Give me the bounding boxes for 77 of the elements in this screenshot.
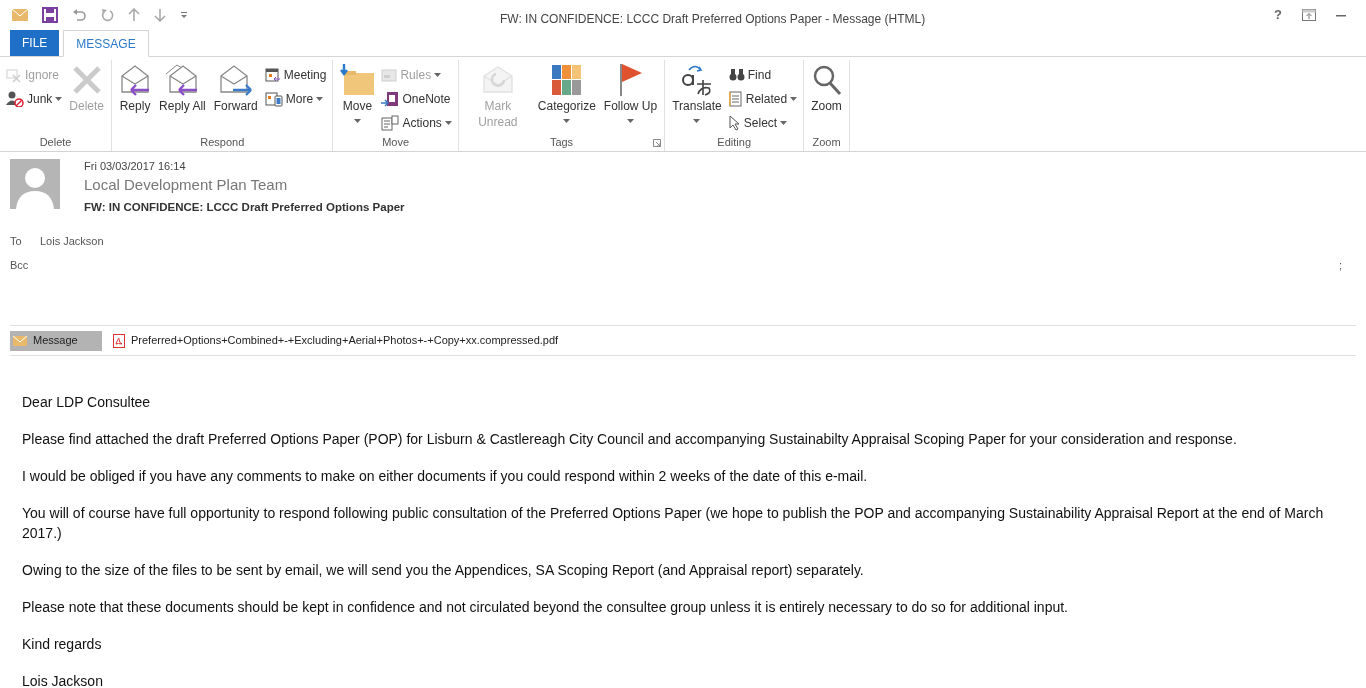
devices-icon bbox=[264, 91, 283, 107]
ribbon-display-icon bbox=[1302, 9, 1316, 21]
ribbon-tab[interactable]: MESSAGE bbox=[63, 30, 149, 57]
body-paragraph: Kind regards bbox=[22, 635, 103, 654]
window-title: FW: IN CONFIDENCE: LCCC Draft Preferred Options Paper - Message (HTML) bbox=[500, 11, 926, 28]
ribbon-button[interactable]: Follow Up bbox=[600, 60, 661, 123]
ribbon-button[interactable]: Reply bbox=[116, 60, 155, 114]
reply-all-icon bbox=[165, 64, 200, 96]
message-subject: FW: IN CONFIDENCE: LCCC Draft Preferred Options Paper bbox=[84, 200, 405, 215]
body-paragraph: You will of course have full opportunity to respond following public consultation of the Preferred Options Paper (we hope to publish the POP and accompanying Sustainability Appraisal Report at the end of March 2017.) bbox=[22, 504, 1325, 543]
ribbon-button[interactable]: Categorize bbox=[534, 60, 599, 123]
body-paragraph: Please note that these documents should be kept in confidence and not circulated beyond the consultee group unless it is entirely necessary to do so for additional input. bbox=[22, 598, 1069, 617]
ribbon-button[interactable]: Junk bbox=[4, 89, 65, 109]
ribbon-button[interactable]: Forward bbox=[210, 60, 261, 114]
ribbon-button[interactable]: Related bbox=[726, 89, 800, 109]
redo-icon bbox=[100, 8, 114, 22]
ribbon-display-button[interactable] bbox=[1302, 9, 1316, 21]
body-paragraph: Please find attached the draft Preferred Options Paper (POP) for Lisburn & Castlereagh City Council and accompanying Sustainabilty Appraisal Scoping Paper for your consideration and response. bbox=[22, 430, 1238, 449]
group-label: Move bbox=[382, 134, 410, 150]
recipient-name: Lois Jackson bbox=[40, 234, 104, 249]
down-arrow-icon bbox=[154, 8, 166, 22]
pointer-icon bbox=[728, 115, 741, 131]
group-label: Tags bbox=[549, 134, 574, 150]
body-paragraph: I would be obliged if you have any comments to make on either documents if you could respond within 2 weeks of the date of this e-mail. bbox=[22, 467, 869, 486]
sender-name: Local Development Plan Team bbox=[84, 175, 289, 195]
dialog-launcher[interactable] bbox=[653, 139, 662, 147]
rules-icon bbox=[381, 67, 398, 83]
ribbon-button[interactable]: Zoom bbox=[808, 60, 845, 114]
group-label: Zoom bbox=[812, 134, 841, 150]
sent-date: Fri 03/03/2017 16:14 bbox=[84, 159, 187, 173]
color-grid-icon bbox=[551, 65, 582, 95]
notebook-icon bbox=[381, 91, 400, 107]
attachment-item[interactable]: Preferred+Options+Combined+-+Excluding+Aerial+Photos+-+Copy+xx.compressed.pdf bbox=[110, 330, 562, 351]
body-paragraph: Dear LDP Consultee bbox=[22, 393, 152, 412]
forward-icon bbox=[218, 64, 253, 96]
help-button[interactable]: ? bbox=[1274, 5, 1282, 25]
document-icon bbox=[728, 91, 743, 107]
ribbon-button[interactable]: OneNote bbox=[379, 89, 454, 109]
ribbon-button[interactable]: Select bbox=[726, 113, 800, 133]
envelope-icon bbox=[13, 335, 27, 346]
open-envelope-icon bbox=[481, 64, 514, 96]
ribbon-button[interactable]: Translate bbox=[669, 60, 725, 123]
pdf-icon bbox=[113, 333, 125, 348]
body-paragraph: Owing to the size of the files to be sent by email, we will send you the Appendices, SA Scoping Report (and Appraisal report) separately. bbox=[22, 561, 865, 580]
field-label: Bcc bbox=[10, 258, 30, 273]
ribbon-button[interactable]: Meeting bbox=[262, 65, 329, 85]
ignore-icon bbox=[6, 67, 22, 83]
save-icon bbox=[42, 7, 58, 23]
ribbon-button[interactable]: Reply All bbox=[156, 60, 209, 114]
ribbon-button[interactable]: More bbox=[262, 89, 329, 109]
undo-icon bbox=[72, 8, 86, 22]
calendar-icon bbox=[264, 67, 281, 83]
group-label: Respond bbox=[200, 134, 245, 150]
ribbon-tab[interactable]: FILE bbox=[10, 30, 60, 56]
body-paragraph: Lois Jackson bbox=[22, 672, 104, 688]
people-icon bbox=[6, 91, 24, 107]
group-label: Delete bbox=[39, 134, 72, 150]
avatar-icon bbox=[10, 159, 60, 209]
field-label: To bbox=[10, 234, 23, 249]
binoculars-icon bbox=[728, 68, 745, 82]
group-label: Editing bbox=[717, 134, 751, 150]
translate-icon bbox=[681, 64, 713, 96]
flag-icon bbox=[617, 63, 644, 97]
up-arrow-icon bbox=[128, 8, 140, 22]
launcher-icon bbox=[653, 139, 662, 147]
recipient-name: ; bbox=[1338, 258, 1342, 273]
folder-icon bbox=[340, 63, 375, 97]
envelope-icon bbox=[12, 9, 28, 21]
search-icon bbox=[811, 64, 842, 96]
document-icon bbox=[381, 115, 400, 131]
ribbon-button[interactable]: Move bbox=[337, 60, 378, 123]
delete-icon bbox=[71, 65, 102, 95]
reply-icon bbox=[119, 64, 152, 96]
attachment-item[interactable]: Message bbox=[10, 330, 102, 351]
ribbon-button[interactable]: Find bbox=[726, 65, 800, 85]
customize-icon bbox=[180, 11, 188, 19]
ribbon-button[interactable]: Actions bbox=[379, 113, 454, 133]
